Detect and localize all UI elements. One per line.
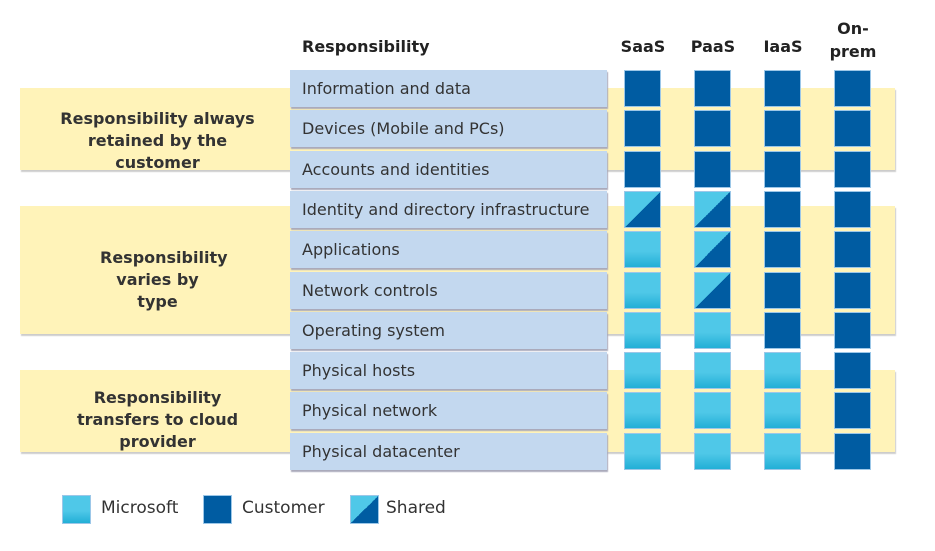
cell-shared <box>694 271 731 309</box>
cell-customer <box>834 271 871 309</box>
cell-customer <box>764 110 801 148</box>
cell-customer <box>834 432 871 470</box>
cell-customer <box>624 150 661 188</box>
cell-customer <box>834 70 871 107</box>
group-title-customer: Responsibility always retained by the cu… <box>60 109 255 172</box>
cell-customer <box>694 110 731 148</box>
legend-label-microsoft: Microsoft <box>101 498 179 518</box>
cell-customer <box>834 311 871 349</box>
header-responsibility: Responsibility <box>302 37 430 56</box>
cell-customer <box>834 352 871 390</box>
header-iaas: IaaS <box>763 37 803 56</box>
cell-microsoft <box>694 392 731 430</box>
row-label: Operating system <box>290 311 607 349</box>
row-label: Network controls <box>290 271 607 309</box>
cell-microsoft <box>694 311 731 349</box>
cell-microsoft <box>624 311 661 349</box>
group-title-provider: Responsibility transfers to cloud provid… <box>76 388 239 451</box>
row-label: Identity and directory infrastructure <box>290 190 607 228</box>
row-label: Applications <box>290 231 607 269</box>
cell-microsoft <box>764 392 801 430</box>
cell-microsoft <box>694 352 731 390</box>
cell-shared <box>694 190 731 228</box>
header-paas: PaaS <box>690 37 736 56</box>
legend-swatch-shared <box>350 495 379 524</box>
legend-label-customer: Customer <box>242 498 325 518</box>
cell-microsoft <box>694 432 731 470</box>
cell-microsoft <box>624 392 661 430</box>
cell-microsoft <box>624 352 661 390</box>
legend-swatch-microsoft <box>62 495 91 524</box>
cell-shared <box>694 231 731 269</box>
cell-customer <box>834 231 871 269</box>
cell-customer <box>764 70 801 107</box>
cell-shared <box>624 190 661 228</box>
legend-label-shared: Shared <box>386 498 446 518</box>
group-title-varies: Responsibility varies by type <box>100 248 228 311</box>
cell-customer <box>764 190 801 228</box>
cell-customer <box>624 110 661 148</box>
legend-swatch-customer <box>203 495 232 524</box>
row-label: Physical network <box>290 392 607 430</box>
row-label: Physical hosts <box>290 352 607 390</box>
cell-microsoft <box>764 432 801 470</box>
cell-customer <box>764 150 801 188</box>
cell-customer <box>764 271 801 309</box>
cell-microsoft <box>624 231 661 269</box>
cell-customer <box>694 70 731 107</box>
cell-customer <box>694 150 731 188</box>
header-onprem: On- prem <box>829 19 877 61</box>
cell-customer <box>764 231 801 269</box>
cell-customer <box>624 70 661 107</box>
cell-customer <box>764 311 801 349</box>
cell-microsoft <box>624 271 661 309</box>
cell-customer <box>834 110 871 148</box>
cell-customer <box>834 190 871 228</box>
row-label: Devices (Mobile and PCs) <box>290 110 607 148</box>
cell-microsoft <box>764 352 801 390</box>
cell-customer <box>834 392 871 430</box>
row-label: Physical datacenter <box>290 432 607 470</box>
header-saas: SaaS <box>620 37 666 56</box>
row-label: Information and data <box>290 70 607 107</box>
cell-customer <box>834 150 871 188</box>
row-label: Accounts and identities <box>290 150 607 188</box>
cell-microsoft <box>624 432 661 470</box>
